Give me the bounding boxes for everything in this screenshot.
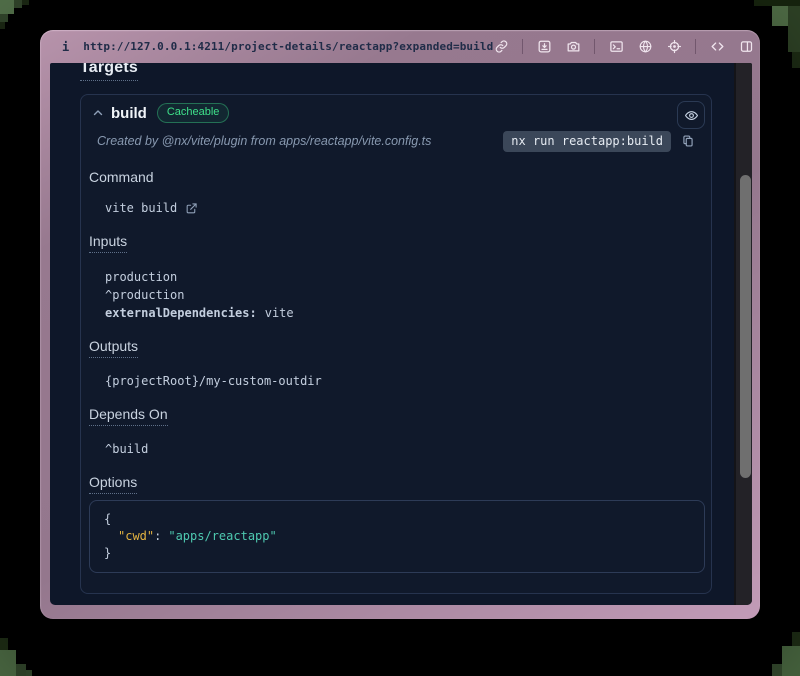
targets-heading-text: Targets: [80, 63, 138, 81]
output-item: {projectRoot}/my-custom-outdir: [89, 372, 703, 390]
globe-icon[interactable]: [637, 39, 653, 55]
build-card-header: build Cacheable Created by @nx/vite/plug…: [81, 95, 711, 153]
inputs-label: Inputs: [89, 233, 703, 253]
target-icon[interactable]: [666, 39, 682, 55]
chevron-up-icon[interactable]: [91, 106, 105, 120]
depends-on-item: ^build: [89, 440, 703, 458]
target-card-build: build Cacheable Created by @nx/vite/plug…: [80, 94, 712, 594]
run-command-chip: nx run reactapp:build: [503, 131, 671, 152]
json-close-brace: }: [104, 545, 690, 562]
toolbar-divider: [695, 39, 696, 54]
options-json-box: { "cwd":"apps/reactapp" }: [89, 500, 705, 573]
depends-on-label: Depends On: [89, 406, 703, 426]
target-name[interactable]: build: [111, 105, 147, 122]
run-command-group: nx run reactapp:build: [503, 131, 695, 152]
toolbar-divider: [522, 39, 523, 54]
code-icon[interactable]: [709, 39, 725, 55]
scrollbar[interactable]: [734, 63, 752, 605]
input-item: production: [105, 268, 703, 286]
url-text[interactable]: http://127.0.0.1:4211/project-details/re…: [83, 40, 493, 53]
scrollbar-thumb[interactable]: [740, 175, 751, 478]
created-by-text: Created by @nx/vite/plugin from apps/rea…: [97, 134, 431, 148]
cacheable-badge: Cacheable: [157, 103, 230, 123]
json-cwd-line: "cwd":"apps/reactapp": [104, 528, 690, 545]
input-item: ^production: [105, 286, 703, 304]
command-value: vite build: [105, 199, 177, 217]
external-link-icon[interactable]: [185, 202, 198, 215]
project-details-page: Targets build Cacheable Created by @nx/v…: [50, 63, 734, 605]
import-icon[interactable]: [536, 39, 552, 55]
split-panel-icon[interactable]: [738, 39, 754, 55]
camera-icon[interactable]: [565, 39, 581, 55]
page-viewport: Targets build Cacheable Created by @nx/v…: [50, 63, 752, 605]
command-label: Command: [89, 169, 703, 185]
outputs-label: Outputs: [89, 338, 703, 358]
options-label: Options: [89, 474, 703, 494]
json-open-brace: {: [104, 511, 690, 528]
browser-window: i http://127.0.0.1:4211/project-details/…: [40, 30, 760, 619]
terminal-icon[interactable]: [608, 39, 624, 55]
build-card-body: Command vite build Inputs production ^pr…: [81, 153, 711, 593]
toolbar-actions: [493, 39, 754, 55]
targets-heading: Targets: [80, 63, 734, 81]
browser-toolbar: i http://127.0.0.1:4211/project-details/…: [40, 30, 760, 63]
desktop-background: i http://127.0.0.1:4211/project-details/…: [0, 0, 800, 676]
copy-icon[interactable]: [680, 134, 695, 149]
link-icon[interactable]: [493, 39, 509, 55]
input-item: externalDependencies:vite: [105, 304, 703, 322]
info-icon: i: [62, 40, 69, 54]
toolbar-divider: [594, 39, 595, 54]
view-in-graph-button[interactable]: [677, 101, 705, 129]
inputs-list: production ^production externalDependenc…: [89, 268, 703, 322]
